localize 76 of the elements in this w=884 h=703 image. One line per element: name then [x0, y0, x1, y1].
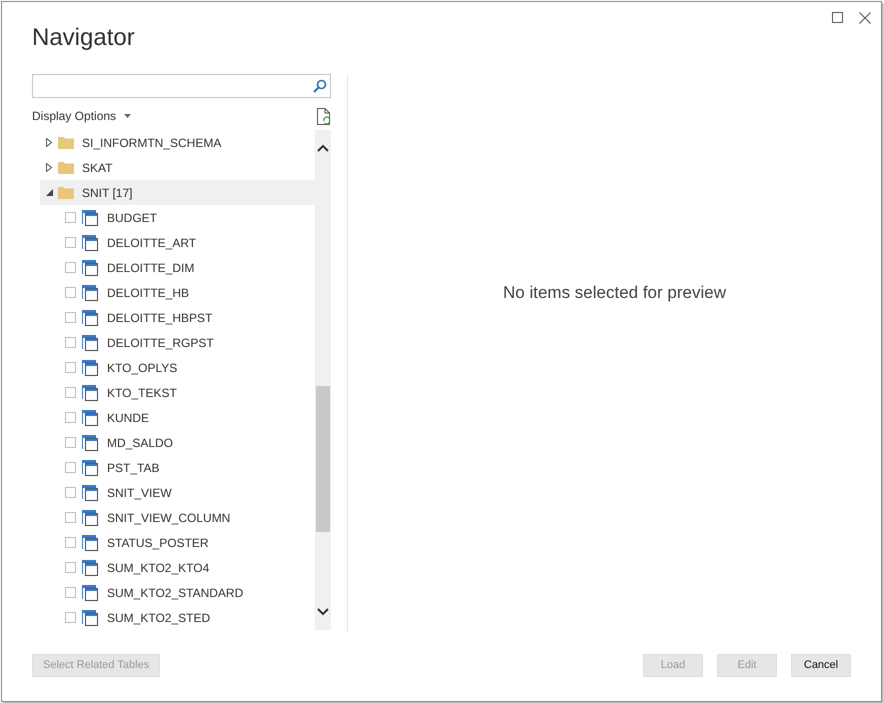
table-icon [82, 610, 98, 626]
table-label[interactable]: KTO_TEKST [107, 386, 177, 400]
folder-label: SNIT [17] [82, 186, 132, 200]
folder-label: SKAT [82, 160, 112, 174]
table-icon [82, 410, 98, 426]
display-options-dropdown[interactable]: Display Options [32, 109, 132, 123]
table-icon [82, 260, 98, 276]
table-icon [82, 434, 98, 450]
table-label[interactable]: STATUS_POSTER [107, 536, 209, 550]
table-label[interactable]: BUDGET [107, 210, 158, 224]
checkbox[interactable] [65, 387, 76, 398]
refresh-icon[interactable] [317, 108, 331, 124]
table-label[interactable]: SNIT_VIEW [107, 486, 172, 500]
checkbox[interactable] [65, 512, 76, 523]
table-icon [82, 234, 98, 250]
checkbox[interactable] [65, 312, 76, 323]
table-label[interactable]: SUM_KTO2_STED [107, 610, 210, 624]
expander-icon[interactable] [46, 188, 54, 197]
checkbox[interactable] [65, 537, 76, 548]
expander-icon[interactable] [46, 163, 54, 172]
table-label[interactable]: DELOITTE_HBPST [107, 310, 212, 324]
search-icon [313, 79, 327, 93]
dialog-button[interactable]: Cancel [791, 654, 851, 676]
table-label[interactable]: SUM_KTO2_STANDARD [107, 586, 244, 600]
tree-item[interactable]: SKAT [40, 155, 315, 180]
table-label[interactable]: SUM_KTO2_KTO4 [107, 560, 210, 574]
checkbox[interactable] [65, 462, 76, 473]
table-icon [82, 384, 98, 400]
table-icon [82, 284, 98, 300]
table-icon [82, 534, 98, 550]
checkbox[interactable] [65, 212, 76, 223]
table-label[interactable]: KTO_OPLYS [107, 360, 178, 374]
table-label[interactable]: SNIT_VIEW_COLUMN [107, 510, 230, 524]
caret-icon [124, 114, 132, 118]
table-icon [82, 584, 98, 600]
tree-item[interactable]: SI_INFORMTN_SCHEMA [40, 130, 315, 155]
scroll-down-icon[interactable] [317, 608, 329, 616]
checkbox[interactable] [65, 587, 76, 598]
table-icon [82, 560, 98, 576]
checkbox[interactable] [65, 562, 76, 573]
folder-label: SI_INFORMTN_SCHEMA [82, 136, 222, 150]
expander-icon[interactable] [46, 138, 54, 147]
checkbox[interactable] [65, 287, 76, 298]
checkbox[interactable] [65, 362, 76, 373]
table-icon [82, 360, 98, 376]
maximize-button[interactable] [830, 10, 845, 26]
table-label[interactable]: KUNDE [107, 410, 150, 424]
checkbox[interactable] [65, 612, 76, 623]
table-icon [82, 510, 98, 526]
table-icon [82, 210, 98, 226]
checkbox[interactable] [65, 412, 76, 423]
table-label[interactable]: DELOITTE_ART [107, 236, 196, 250]
tree-item[interactable]: SNIT [17] [40, 180, 315, 205]
folder-icon [58, 136, 74, 149]
checkbox[interactable] [65, 262, 76, 273]
empty-preview-message: No items selected for preview [503, 283, 726, 303]
table-icon [82, 310, 98, 326]
folder-icon [58, 186, 74, 199]
checkbox[interactable] [65, 237, 76, 248]
table-label[interactable]: DELOITTE_RGPST [107, 336, 214, 350]
checkbox[interactable] [65, 437, 76, 448]
table-icon [82, 334, 98, 350]
table-icon [82, 460, 98, 476]
table-label[interactable]: DELOITTE_HB [107, 286, 190, 300]
window-title: Navigator [32, 24, 135, 52]
table-label[interactable]: DELOITTE_DIM [107, 260, 194, 274]
close-button[interactable] [857, 10, 873, 26]
scroll-up-icon[interactable] [317, 144, 329, 152]
checkbox[interactable] [65, 337, 76, 348]
table-label[interactable]: PST_TAB [107, 460, 160, 474]
table-label[interactable]: MD_SALDO [107, 436, 174, 450]
scrollbar[interactable] [315, 130, 331, 630]
table-icon [82, 484, 98, 500]
checkbox[interactable] [65, 487, 76, 498]
folder-icon [58, 161, 74, 174]
search-field[interactable] [32, 74, 331, 98]
